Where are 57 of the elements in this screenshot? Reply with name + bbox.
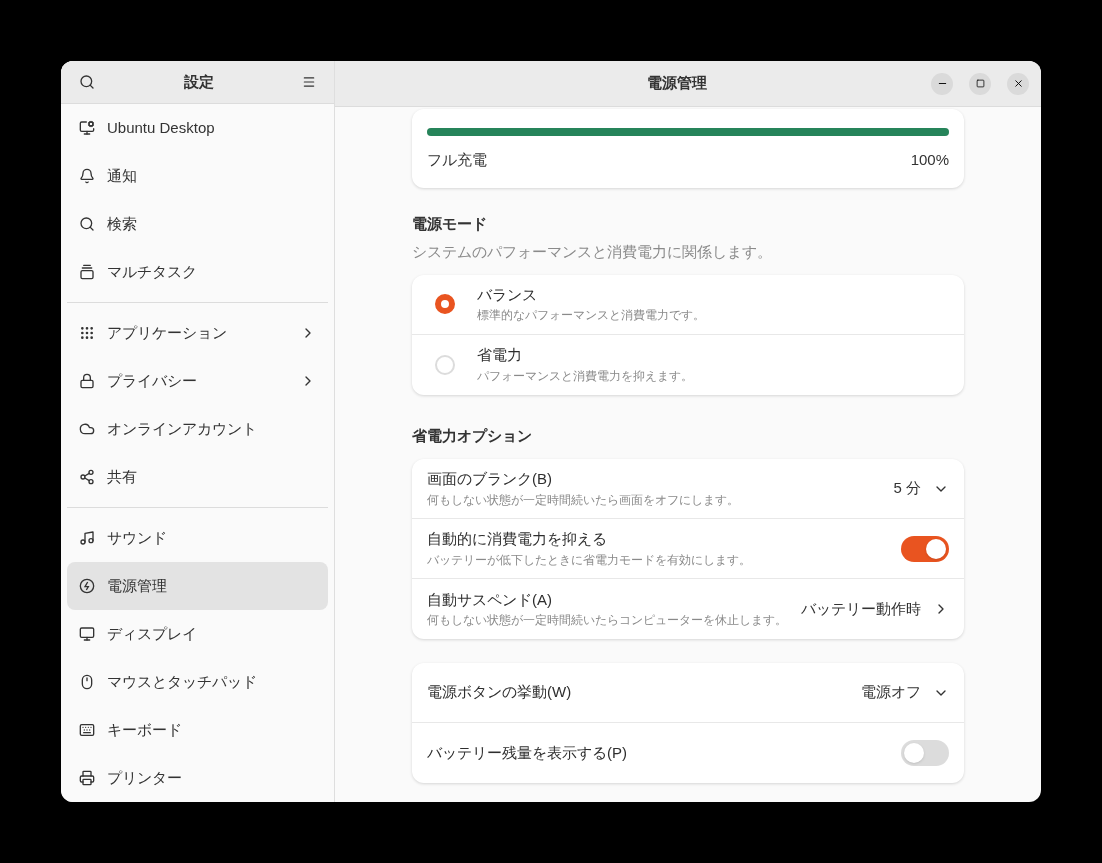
sidebar-item[interactable]: キーボード (67, 706, 328, 754)
search-icon (79, 216, 95, 232)
sidebar-item[interactable]: 検索 (67, 200, 328, 248)
sidebar-item[interactable]: アプリケーション (67, 309, 328, 357)
toggle-switch[interactable] (901, 740, 949, 766)
option-subtitle: パフォーマンスと消費電力を抑えます。 (477, 367, 693, 385)
sidebar-item[interactable]: サウンド (67, 514, 328, 562)
page-title: 電源管理 (646, 73, 708, 94)
sidebar-item[interactable]: 共有 (67, 453, 328, 501)
section-heading: 電源モード (412, 213, 488, 234)
radio-button[interactable] (435, 294, 455, 314)
row-title: 画面のブランク(B) (427, 469, 553, 490)
cloud-icon (79, 421, 95, 437)
sidebar-item[interactable]: プリンター (67, 754, 328, 802)
sidebar-item[interactable]: 通知 (67, 152, 328, 200)
music-icon (79, 530, 95, 546)
option-title: 省電力 (477, 345, 523, 366)
share-icon (79, 469, 95, 485)
monitor-icon (79, 626, 95, 642)
row-title: 自動サスペンド(A) (427, 589, 553, 610)
sidebar-title: 設定 (183, 71, 214, 92)
sidebar-item[interactable]: マルチタスク (67, 248, 328, 296)
row-title: 電源ボタンの挙動(W) (427, 682, 572, 703)
sidebar-item[interactable]: オンラインアカウント (67, 405, 328, 453)
section-description: システムのパフォーマンスと消費電力に関係します。 (412, 242, 773, 262)
section-heading: 省電力オプション (412, 425, 533, 446)
sidebar-item[interactable]: ディスプレイ (67, 610, 328, 658)
row-title: 自動的に消費電力を抑える (427, 529, 608, 550)
keyboard-icon (79, 722, 95, 738)
row-title: バッテリー残量を表示する(P) (427, 742, 627, 763)
option-subtitle: 標準的なパフォーマンスと消費電力です。 (477, 307, 705, 325)
sidebar-item[interactable]: 電源管理 (67, 562, 328, 610)
windows-icon (79, 264, 95, 280)
close-icon (1012, 78, 1024, 89)
bell-icon (79, 168, 95, 184)
option-title: バランス (477, 284, 538, 305)
lock-icon (79, 373, 95, 389)
dropdown[interactable]: 電源オフ (861, 681, 949, 704)
dropdown[interactable]: 5 分 (893, 477, 949, 500)
row-subtitle: 何もしない状態が一定時間続いたら画面をオフにします。 (427, 491, 739, 509)
toggle-switch[interactable] (901, 535, 949, 562)
suspend-link[interactable]: バッテリー動作時 (801, 597, 949, 621)
row-subtitle: バッテリーが低下したときに省電力モードを有効にします。 (427, 551, 751, 569)
monitor-icon (79, 120, 95, 136)
sidebar-item[interactable]: プライバシー (67, 357, 328, 405)
mouse-icon (79, 674, 95, 690)
maximize-button[interactable] (969, 72, 991, 95)
printer-icon (79, 770, 95, 786)
bolt-icon (79, 578, 95, 594)
battery-label: フル充電 (427, 150, 487, 170)
grid-icon (79, 325, 95, 341)
maximize-icon (975, 79, 985, 88)
sidebar-item[interactable]: マウスとタッチパッド (67, 658, 328, 706)
row-subtitle: 何もしない状態が一定時間続いたらコンピューターを休止します。 (427, 612, 787, 630)
close-button[interactable] (1007, 72, 1029, 95)
sidebar-item[interactable]: Ubuntu Desktop (67, 104, 328, 152)
battery-reading: 100% (910, 150, 949, 170)
